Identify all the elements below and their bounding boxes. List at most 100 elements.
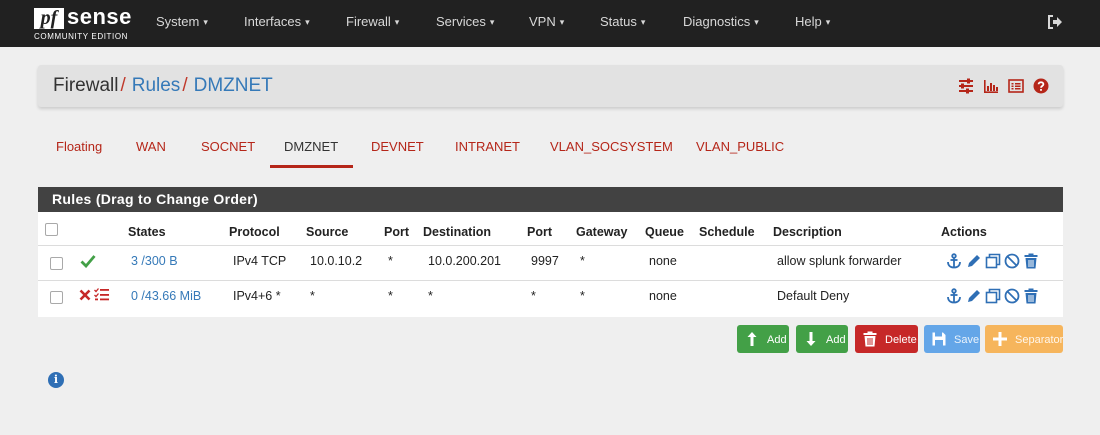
- bar-chart-icon[interactable]: [983, 78, 999, 94]
- plus-icon: [993, 332, 1007, 346]
- edit-pencil-icon[interactable]: [966, 288, 982, 304]
- arrow-up-icon: [747, 332, 757, 346]
- row-source-port: *: [388, 289, 393, 303]
- nav-diagnostics[interactable]: Diagnostics ▾: [683, 14, 759, 29]
- col-queue[interactable]: Queue: [645, 225, 684, 239]
- row-checkbox[interactable]: [50, 291, 63, 304]
- nav-system[interactable]: System ▾: [156, 14, 208, 29]
- block-x-icon: [79, 289, 91, 301]
- help-icon[interactable]: [1033, 78, 1049, 94]
- col-description[interactable]: Description: [773, 225, 842, 239]
- arrow-down-icon: [806, 332, 816, 346]
- row-checkbox[interactable]: [50, 257, 63, 270]
- sliders-icon[interactable]: [958, 78, 974, 94]
- row-source: *: [310, 289, 315, 303]
- rules-panel: Rules (Drag to Change Order) States Prot…: [38, 187, 1063, 317]
- breadcrumb-firewall: Firewall: [53, 75, 119, 96]
- list-icon[interactable]: [1008, 78, 1024, 94]
- logo-edition: COMMUNITY EDITION: [34, 32, 129, 41]
- row-queue: none: [649, 289, 677, 303]
- row-states[interactable]: 3 /300 B: [131, 254, 178, 268]
- nav-services[interactable]: Services ▾: [436, 14, 494, 29]
- col-dest-port[interactable]: Port: [527, 225, 552, 239]
- disable-ban-icon[interactable]: [1004, 253, 1020, 269]
- row-destination: *: [428, 289, 433, 303]
- col-protocol[interactable]: Protocol: [229, 225, 280, 239]
- row-gateway: *: [580, 254, 585, 268]
- logo-sense: sense: [67, 4, 132, 29]
- logo-pf: pf: [34, 8, 64, 29]
- chevron-down-icon: ▾: [825, 17, 831, 27]
- delete-button[interactable]: Delete: [855, 325, 918, 353]
- floppy-disk-icon: [932, 332, 946, 346]
- check-icon: [80, 255, 96, 268]
- row-protocol: IPv4 TCP: [233, 254, 287, 268]
- tab-floating[interactable]: Floating: [56, 139, 102, 154]
- add-top-button[interactable]: Add: [737, 325, 789, 353]
- anchor-icon[interactable]: [946, 253, 962, 269]
- breadcrumb-panel: Firewall / Rules / DMZNET: [38, 65, 1063, 107]
- chevron-down-icon: ▾: [305, 17, 310, 27]
- col-gateway[interactable]: Gateway: [576, 225, 627, 239]
- copy-icon[interactable]: [985, 288, 1001, 304]
- info-icon[interactable]: i: [48, 372, 64, 388]
- breadcrumb: Firewall / Rules / DMZNET: [53, 75, 273, 96]
- nav-interfaces[interactable]: Interfaces ▾: [244, 14, 310, 29]
- anchor-icon[interactable]: [946, 288, 962, 304]
- disable-ban-icon[interactable]: [1004, 288, 1020, 304]
- trash-icon[interactable]: [1023, 253, 1039, 269]
- nav-status[interactable]: Status ▾: [600, 14, 645, 29]
- tab-socnet[interactable]: SOCNET: [201, 139, 255, 154]
- row-description: Default Deny: [777, 289, 850, 303]
- col-schedule[interactable]: Schedule: [699, 225, 755, 239]
- col-source-port[interactable]: Port: [384, 225, 409, 239]
- row-gateway: *: [580, 289, 585, 303]
- chevron-down-icon: ▾: [640, 17, 646, 27]
- edit-pencil-icon[interactable]: [966, 253, 982, 269]
- select-all-checkbox[interactable]: [45, 223, 58, 236]
- chevron-down-icon: ▾: [489, 17, 495, 27]
- col-states[interactable]: States: [128, 225, 166, 239]
- chevron-down-icon: ▾: [559, 17, 565, 27]
- copy-icon[interactable]: [985, 253, 1001, 269]
- active-tab-indicator: [270, 165, 353, 168]
- trash-icon[interactable]: [1023, 288, 1039, 304]
- nav-help[interactable]: Help ▾: [795, 14, 830, 29]
- chevron-down-icon: ▾: [203, 17, 208, 27]
- breadcrumb-rules[interactable]: Rules: [132, 75, 181, 96]
- pfsense-logo[interactable]: pf sense COMMUNITY EDITION: [34, 4, 134, 44]
- tab-dmznet[interactable]: DMZNET: [284, 139, 338, 154]
- row-divider: [38, 280, 1063, 281]
- row-source: 10.0.10.2: [310, 254, 363, 268]
- row-states[interactable]: 0 /43.66 MiB: [131, 289, 201, 303]
- top-navbar: pf sense COMMUNITY EDITION System ▾ Inter…: [0, 0, 1100, 47]
- tab-devnet[interactable]: DEVNET: [371, 139, 424, 154]
- tab-wan[interactable]: WAN: [136, 139, 166, 154]
- rules-panel-title: Rules (Drag to Change Order): [38, 187, 1063, 212]
- chevron-down-icon: ▾: [394, 17, 400, 27]
- row-queue: none: [649, 254, 677, 268]
- col-actions: Actions: [941, 225, 987, 239]
- row-source-port: *: [388, 254, 393, 268]
- sign-out-icon[interactable]: [1047, 14, 1063, 30]
- nav-vpn[interactable]: VPN ▾: [529, 14, 564, 29]
- chevron-down-icon: ▾: [754, 17, 759, 27]
- add-bottom-button[interactable]: Add: [796, 325, 848, 353]
- row-description: allow splunk forwarder: [777, 254, 902, 268]
- tab-vlan-public[interactable]: VLAN_PUBLIC: [696, 139, 784, 154]
- separator-button[interactable]: Separator: [985, 325, 1063, 353]
- row-destination: 10.0.200.201: [428, 254, 501, 268]
- header-divider: [38, 245, 1063, 246]
- nav-firewall[interactable]: Firewall ▾: [346, 14, 399, 29]
- tab-vlan-socsystem[interactable]: VLAN_SOCSYSTEM: [550, 139, 673, 154]
- row-dest-port: 9997: [531, 254, 559, 268]
- tab-intranet[interactable]: INTRANET: [455, 139, 520, 154]
- trash-icon: [863, 331, 877, 347]
- row-dest-port: *: [531, 289, 536, 303]
- tasks-list-icon: [94, 288, 109, 301]
- breadcrumb-dmznet[interactable]: DMZNET: [194, 75, 273, 96]
- row-protocol: IPv4+6 *: [233, 289, 281, 303]
- save-button[interactable]: Save: [924, 325, 980, 353]
- col-destination[interactable]: Destination: [423, 225, 491, 239]
- col-source[interactable]: Source: [306, 225, 348, 239]
